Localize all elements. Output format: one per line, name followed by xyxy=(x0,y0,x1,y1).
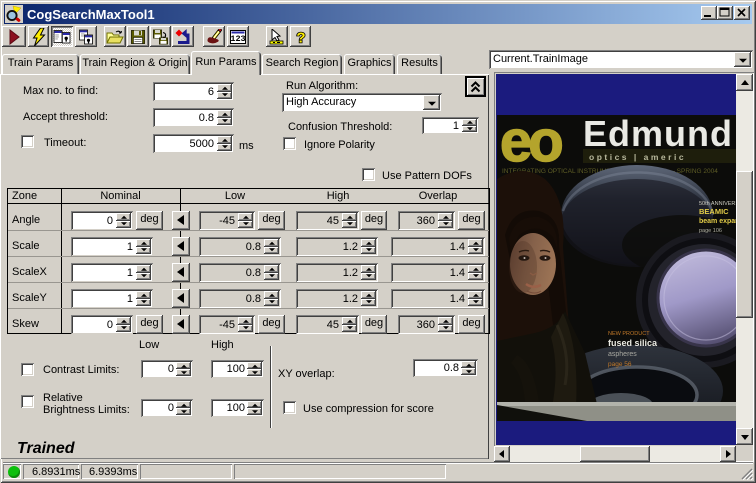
svg-text:optics | americ: optics | americ xyxy=(589,152,686,162)
svg-text:fused silica: fused silica xyxy=(608,338,658,348)
svg-text:page 56: page 56 xyxy=(608,361,632,368)
svg-text:123: 123 xyxy=(230,34,245,44)
svg-text:page 106: page 106 xyxy=(699,228,722,234)
svg-text:beam expanders: beam expanders xyxy=(699,218,736,225)
svg-text:Edmund: Edmund xyxy=(583,115,733,154)
svg-text:NEW PRODUCT: NEW PRODUCT xyxy=(608,331,650,337)
svg-text:BEAMIC: BEAMIC xyxy=(699,207,729,216)
svg-text:aspheres: aspheres xyxy=(608,351,637,358)
svg-text:?: ? xyxy=(296,29,305,45)
svg-text:eo: eo xyxy=(500,115,562,174)
